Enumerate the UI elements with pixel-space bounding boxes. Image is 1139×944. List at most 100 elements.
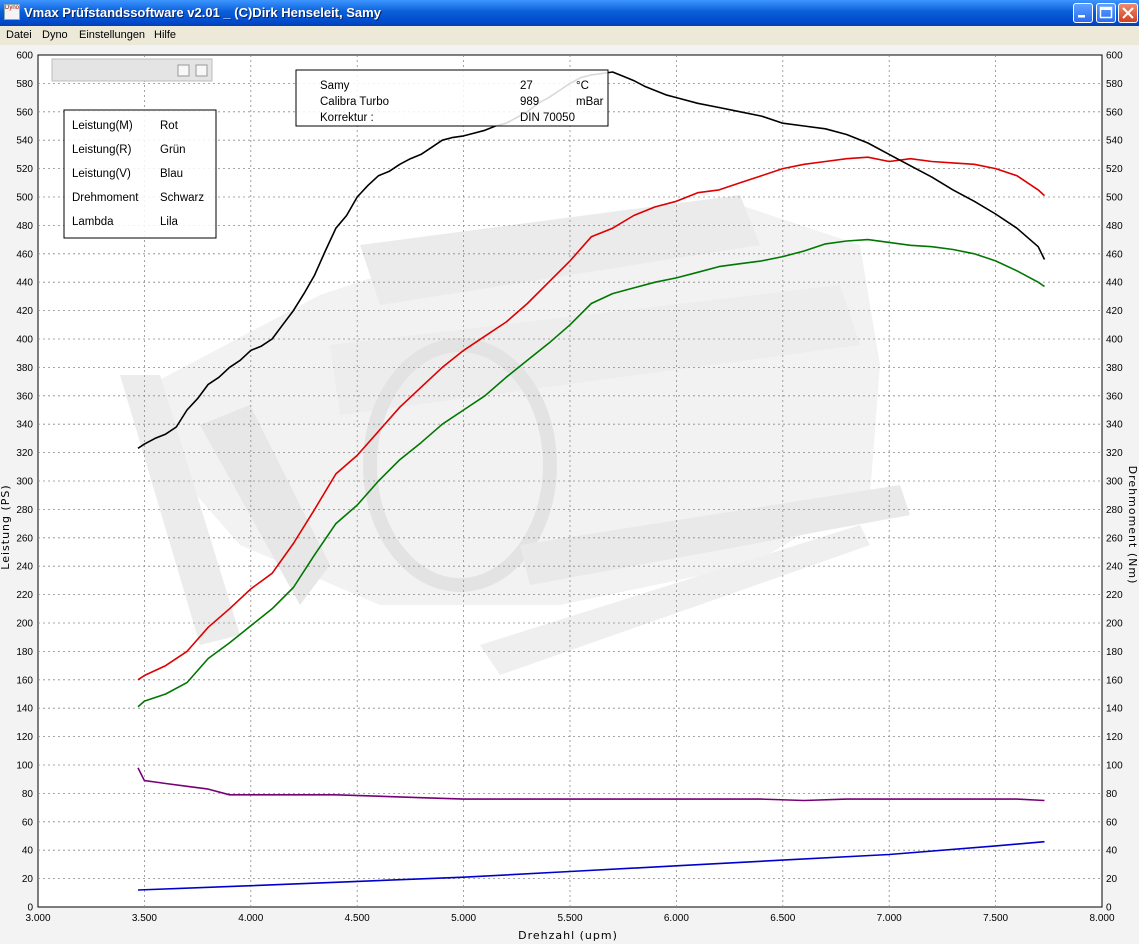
y-tick-label-right: 460 (1106, 249, 1123, 260)
y-tick-label-right: 420 (1106, 306, 1123, 317)
checkbox-2[interactable] (195, 64, 208, 77)
y-tick-label-left: 220 (16, 590, 33, 601)
info-value: 989 (520, 96, 539, 108)
menu-datei[interactable]: Datei (6, 29, 32, 41)
menu-einstellungen[interactable]: Einstellungen (79, 29, 145, 41)
y-tick-label-right: 100 (1106, 761, 1123, 772)
x-tick-label: 4.000 (238, 913, 263, 924)
legend-color-name: Grün (160, 144, 186, 156)
minimize-button[interactable] (1073, 3, 1093, 23)
menu-bar: Datei Dyno Einstellungen Hilfe (0, 26, 1139, 45)
checkbox-1[interactable] (177, 64, 190, 77)
y-tick-label-right: 280 (1106, 505, 1123, 516)
y-tick-label-left: 280 (16, 505, 33, 516)
y-tick-label-left: 260 (16, 533, 33, 544)
y-axis-label-right: Drehmoment (Nm) (1126, 466, 1139, 585)
y-tick-label-right: 380 (1106, 363, 1123, 374)
x-tick-label: 7.000 (877, 913, 902, 924)
legend-box: Leistung(M) Rot Leistung(R) Grün Leistun… (63, 109, 217, 239)
y-tick-label-right: 480 (1106, 221, 1123, 232)
y-tick-label-right: 0 (1106, 903, 1112, 914)
y-tick-label-right: 560 (1106, 107, 1123, 118)
maximize-button[interactable] (1096, 3, 1116, 23)
y-tick-label-right: 580 (1106, 79, 1123, 90)
y-tick-label-left: 40 (22, 846, 34, 857)
y-tick-label-right: 440 (1106, 278, 1123, 289)
y-tick-label-right: 540 (1106, 136, 1123, 147)
y-tick-label-left: 520 (16, 164, 33, 175)
app-icon[interactable]: Dyno (4, 4, 20, 20)
legend-label: Leistung(R) (72, 144, 132, 156)
y-tick-label-right: 20 (1106, 874, 1118, 885)
legend-color-name: Schwarz (160, 192, 204, 204)
x-tick-label: 6.000 (664, 913, 689, 924)
y-tick-label-left: 0 (27, 903, 33, 914)
y-tick-label-right: 320 (1106, 448, 1123, 459)
x-tick-label: 5.500 (557, 913, 582, 924)
y-tick-label-left: 200 (16, 619, 33, 630)
y-tick-label-right: 200 (1106, 619, 1123, 630)
y-tick-label-left: 300 (16, 477, 33, 488)
x-tick-label: 6.500 (770, 913, 795, 924)
info-label: Korrektur : (320, 112, 374, 124)
y-axis-label-left: Leistung (PS) (0, 484, 12, 569)
y-tick-label-left: 480 (16, 221, 33, 232)
title-bar: Dyno Vmax Prüfstandssoftware v2.01 _ (C)… (0, 0, 1139, 26)
menu-hilfe[interactable]: Hilfe (154, 29, 176, 41)
y-tick-label-left: 360 (16, 391, 33, 402)
y-tick-label-right: 180 (1106, 647, 1123, 658)
toolbar-widget (51, 58, 213, 82)
y-tick-label-left: 400 (16, 335, 33, 346)
legend-label: Lambda (72, 216, 114, 228)
y-tick-label-left: 60 (22, 817, 34, 828)
y-tick-label-left: 560 (16, 107, 33, 118)
close-button[interactable] (1118, 3, 1138, 23)
y-tick-label-left: 120 (16, 732, 33, 743)
y-tick-label-right: 220 (1106, 590, 1123, 601)
y-tick-label-left: 420 (16, 306, 33, 317)
y-tick-label-left: 580 (16, 79, 33, 90)
y-tick-label-left: 160 (16, 675, 33, 686)
y-tick-label-left: 20 (22, 874, 34, 885)
menu-dyno[interactable]: Dyno (42, 29, 68, 41)
y-tick-label-right: 80 (1106, 789, 1118, 800)
y-tick-label-right: 160 (1106, 675, 1123, 686)
y-tick-label-left: 440 (16, 278, 33, 289)
y-tick-label-left: 140 (16, 704, 33, 715)
legend-label: Drehmoment (72, 192, 139, 204)
info-label: Samy (320, 80, 350, 92)
x-tick-label: 8.000 (1089, 913, 1114, 924)
y-tick-label-right: 140 (1106, 704, 1123, 715)
x-tick-label: 4.500 (345, 913, 370, 924)
x-tick-label: 3.000 (25, 913, 50, 924)
y-tick-label-right: 600 (1106, 51, 1123, 62)
y-tick-label-right: 520 (1106, 164, 1123, 175)
y-tick-label-right: 40 (1106, 846, 1118, 857)
y-tick-label-right: 120 (1106, 732, 1123, 743)
y-tick-label-left: 380 (16, 363, 33, 374)
y-tick-label-left: 500 (16, 193, 33, 204)
window-title: Vmax Prüfstandssoftware v2.01 _ (C)Dirk … (24, 5, 381, 20)
chart-area: 0 20 40 60 80 100 120 140 160 180 200 220 240 260 280 3… (0, 45, 1139, 944)
y-tick-label-right: 340 (1106, 420, 1123, 431)
y-tick-label-left: 540 (16, 136, 33, 147)
y-tick-label-right: 240 (1106, 562, 1123, 573)
y-tick-label-right: 260 (1106, 533, 1123, 544)
y-tick-label-right: 360 (1106, 391, 1123, 402)
dyno-chart: 0204060801001201401601802002202402602803… (0, 45, 1139, 944)
y-tick-label-left: 80 (22, 789, 34, 800)
legend-color-name: Rot (160, 120, 179, 132)
x-tick-label: 3.500 (132, 913, 157, 924)
info-value: DIN 70050 (520, 112, 575, 124)
legend-color-name: Lila (160, 216, 179, 228)
y-tick-label-right: 400 (1106, 335, 1123, 346)
info-unit: mBar (576, 96, 604, 108)
y-tick-label-left: 100 (16, 761, 33, 772)
info-unit: °C (576, 80, 589, 92)
x-tick-label: 7.500 (983, 913, 1008, 924)
legend-label: Leistung(V) (72, 168, 131, 180)
y-tick-label-left: 240 (16, 562, 33, 573)
x-axis-label: Drehzahl (upm) (518, 929, 618, 942)
info-value: 27 (520, 80, 533, 92)
y-tick-label-right: 500 (1106, 193, 1123, 204)
